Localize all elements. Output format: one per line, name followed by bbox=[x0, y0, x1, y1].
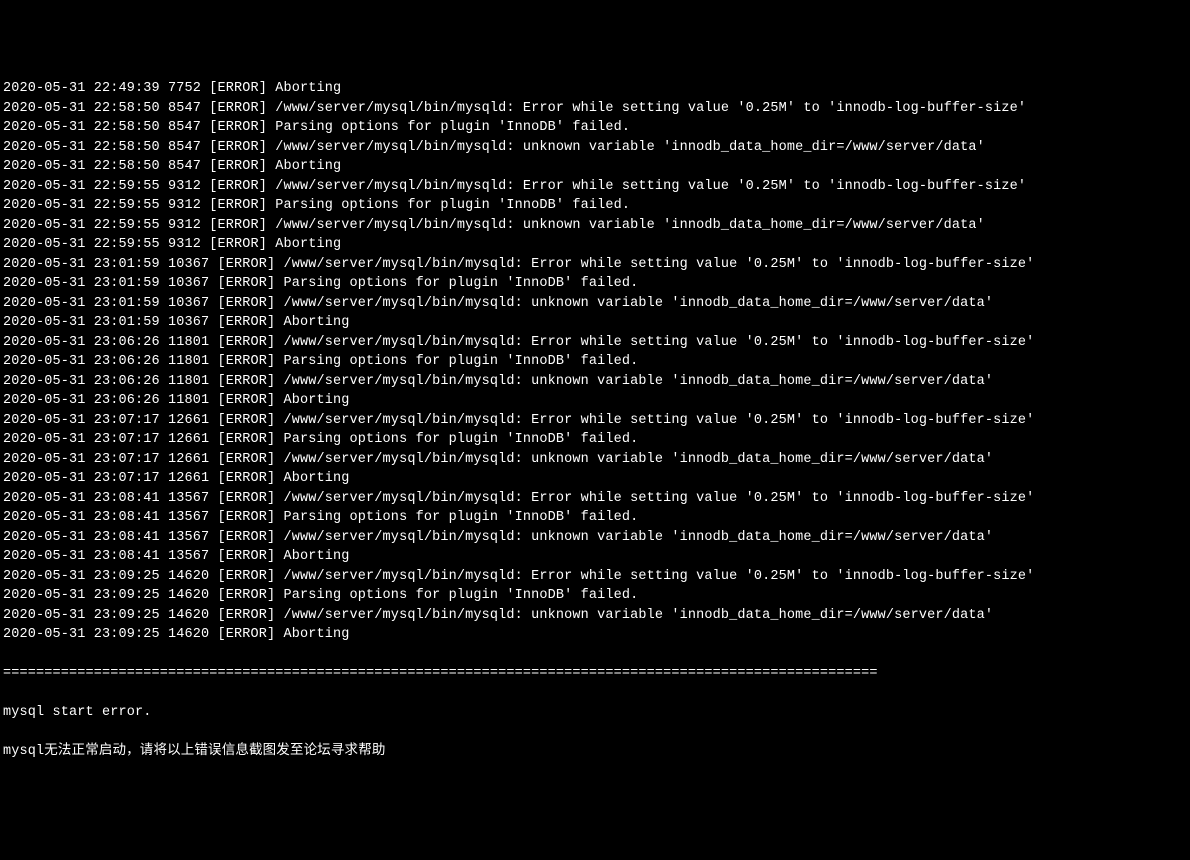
log-line: 2020-05-31 23:08:41 13567 [ERROR] /www/s… bbox=[3, 528, 1187, 548]
log-line: 2020-05-31 23:08:41 13567 [ERROR] Parsin… bbox=[3, 508, 1187, 528]
log-line: 2020-05-31 22:58:50 8547 [ERROR] /www/se… bbox=[3, 138, 1187, 158]
log-line: 2020-05-31 23:01:59 10367 [ERROR] Parsin… bbox=[3, 274, 1187, 294]
log-line: 2020-05-31 23:07:17 12661 [ERROR] Parsin… bbox=[3, 430, 1187, 450]
log-line: 2020-05-31 23:09:25 14620 [ERROR] Aborti… bbox=[3, 625, 1187, 645]
log-line: 2020-05-31 23:06:26 11801 [ERROR] /www/s… bbox=[3, 372, 1187, 392]
log-line: 2020-05-31 23:06:26 11801 [ERROR] Parsin… bbox=[3, 352, 1187, 372]
log-line: 2020-05-31 22:58:50 8547 [ERROR] Parsing… bbox=[3, 118, 1187, 138]
footer-error-line-zh: mysql无法正常启动，请将以上错误信息截图发至论坛寻求帮助 bbox=[3, 742, 1187, 762]
log-line: 2020-05-31 22:59:55 9312 [ERROR] Parsing… bbox=[3, 196, 1187, 216]
divider-line: ========================================… bbox=[3, 664, 1187, 684]
log-line: 2020-05-31 23:09:25 14620 [ERROR] /www/s… bbox=[3, 567, 1187, 587]
log-line: 2020-05-31 23:07:17 12661 [ERROR] /www/s… bbox=[3, 411, 1187, 431]
log-line: 2020-05-31 22:59:55 9312 [ERROR] /www/se… bbox=[3, 216, 1187, 236]
footer-error-line-en: mysql start error. bbox=[3, 703, 1187, 723]
log-line: 2020-05-31 23:08:41 13567 [ERROR] /www/s… bbox=[3, 489, 1187, 509]
log-line: 2020-05-31 23:01:59 10367 [ERROR] Aborti… bbox=[3, 313, 1187, 333]
log-line: 2020-05-31 22:59:55 9312 [ERROR] /www/se… bbox=[3, 177, 1187, 197]
log-line: 2020-05-31 23:08:41 13567 [ERROR] Aborti… bbox=[3, 547, 1187, 567]
terminal-log-output: 2020-05-31 22:49:39 7752 [ERROR] Abortin… bbox=[3, 79, 1187, 645]
log-line: 2020-05-31 23:09:25 14620 [ERROR] /www/s… bbox=[3, 606, 1187, 626]
log-line: 2020-05-31 22:58:50 8547 [ERROR] Abortin… bbox=[3, 157, 1187, 177]
log-line: 2020-05-31 23:06:26 11801 [ERROR] /www/s… bbox=[3, 333, 1187, 353]
log-line: 2020-05-31 23:09:25 14620 [ERROR] Parsin… bbox=[3, 586, 1187, 606]
log-line: 2020-05-31 23:06:26 11801 [ERROR] Aborti… bbox=[3, 391, 1187, 411]
log-line: 2020-05-31 22:59:55 9312 [ERROR] Abortin… bbox=[3, 235, 1187, 255]
log-line: 2020-05-31 23:07:17 12661 [ERROR] Aborti… bbox=[3, 469, 1187, 489]
log-line: 2020-05-31 22:49:39 7752 [ERROR] Abortin… bbox=[3, 79, 1187, 99]
log-line: 2020-05-31 23:01:59 10367 [ERROR] /www/s… bbox=[3, 294, 1187, 314]
log-line: 2020-05-31 23:01:59 10367 [ERROR] /www/s… bbox=[3, 255, 1187, 275]
log-line: 2020-05-31 23:07:17 12661 [ERROR] /www/s… bbox=[3, 450, 1187, 470]
log-line: 2020-05-31 22:58:50 8547 [ERROR] /www/se… bbox=[3, 99, 1187, 119]
